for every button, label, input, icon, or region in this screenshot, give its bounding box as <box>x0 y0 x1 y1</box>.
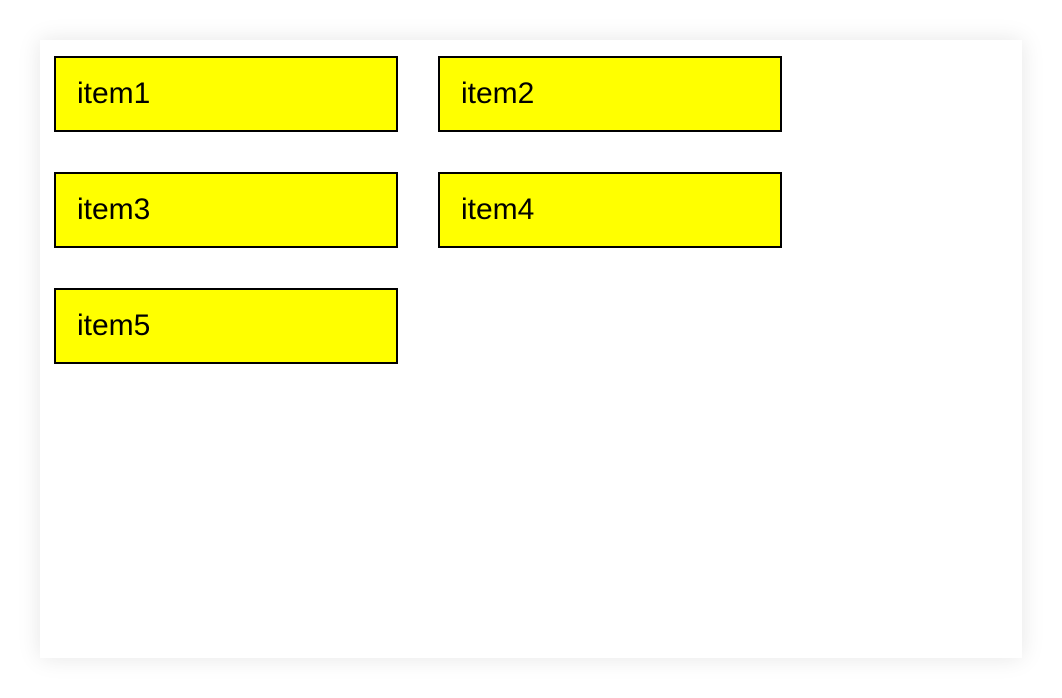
grid-item-5: item5 <box>54 288 398 364</box>
grid-item-3: item3 <box>54 172 398 248</box>
grid-item-2: item2 <box>438 56 782 132</box>
grid-item-4: item4 <box>438 172 782 248</box>
container-panel: item1 item2 item3 item4 item5 <box>40 40 1022 658</box>
grid-item-1: item1 <box>54 56 398 132</box>
items-grid: item1 item2 item3 item4 item5 <box>54 56 782 364</box>
